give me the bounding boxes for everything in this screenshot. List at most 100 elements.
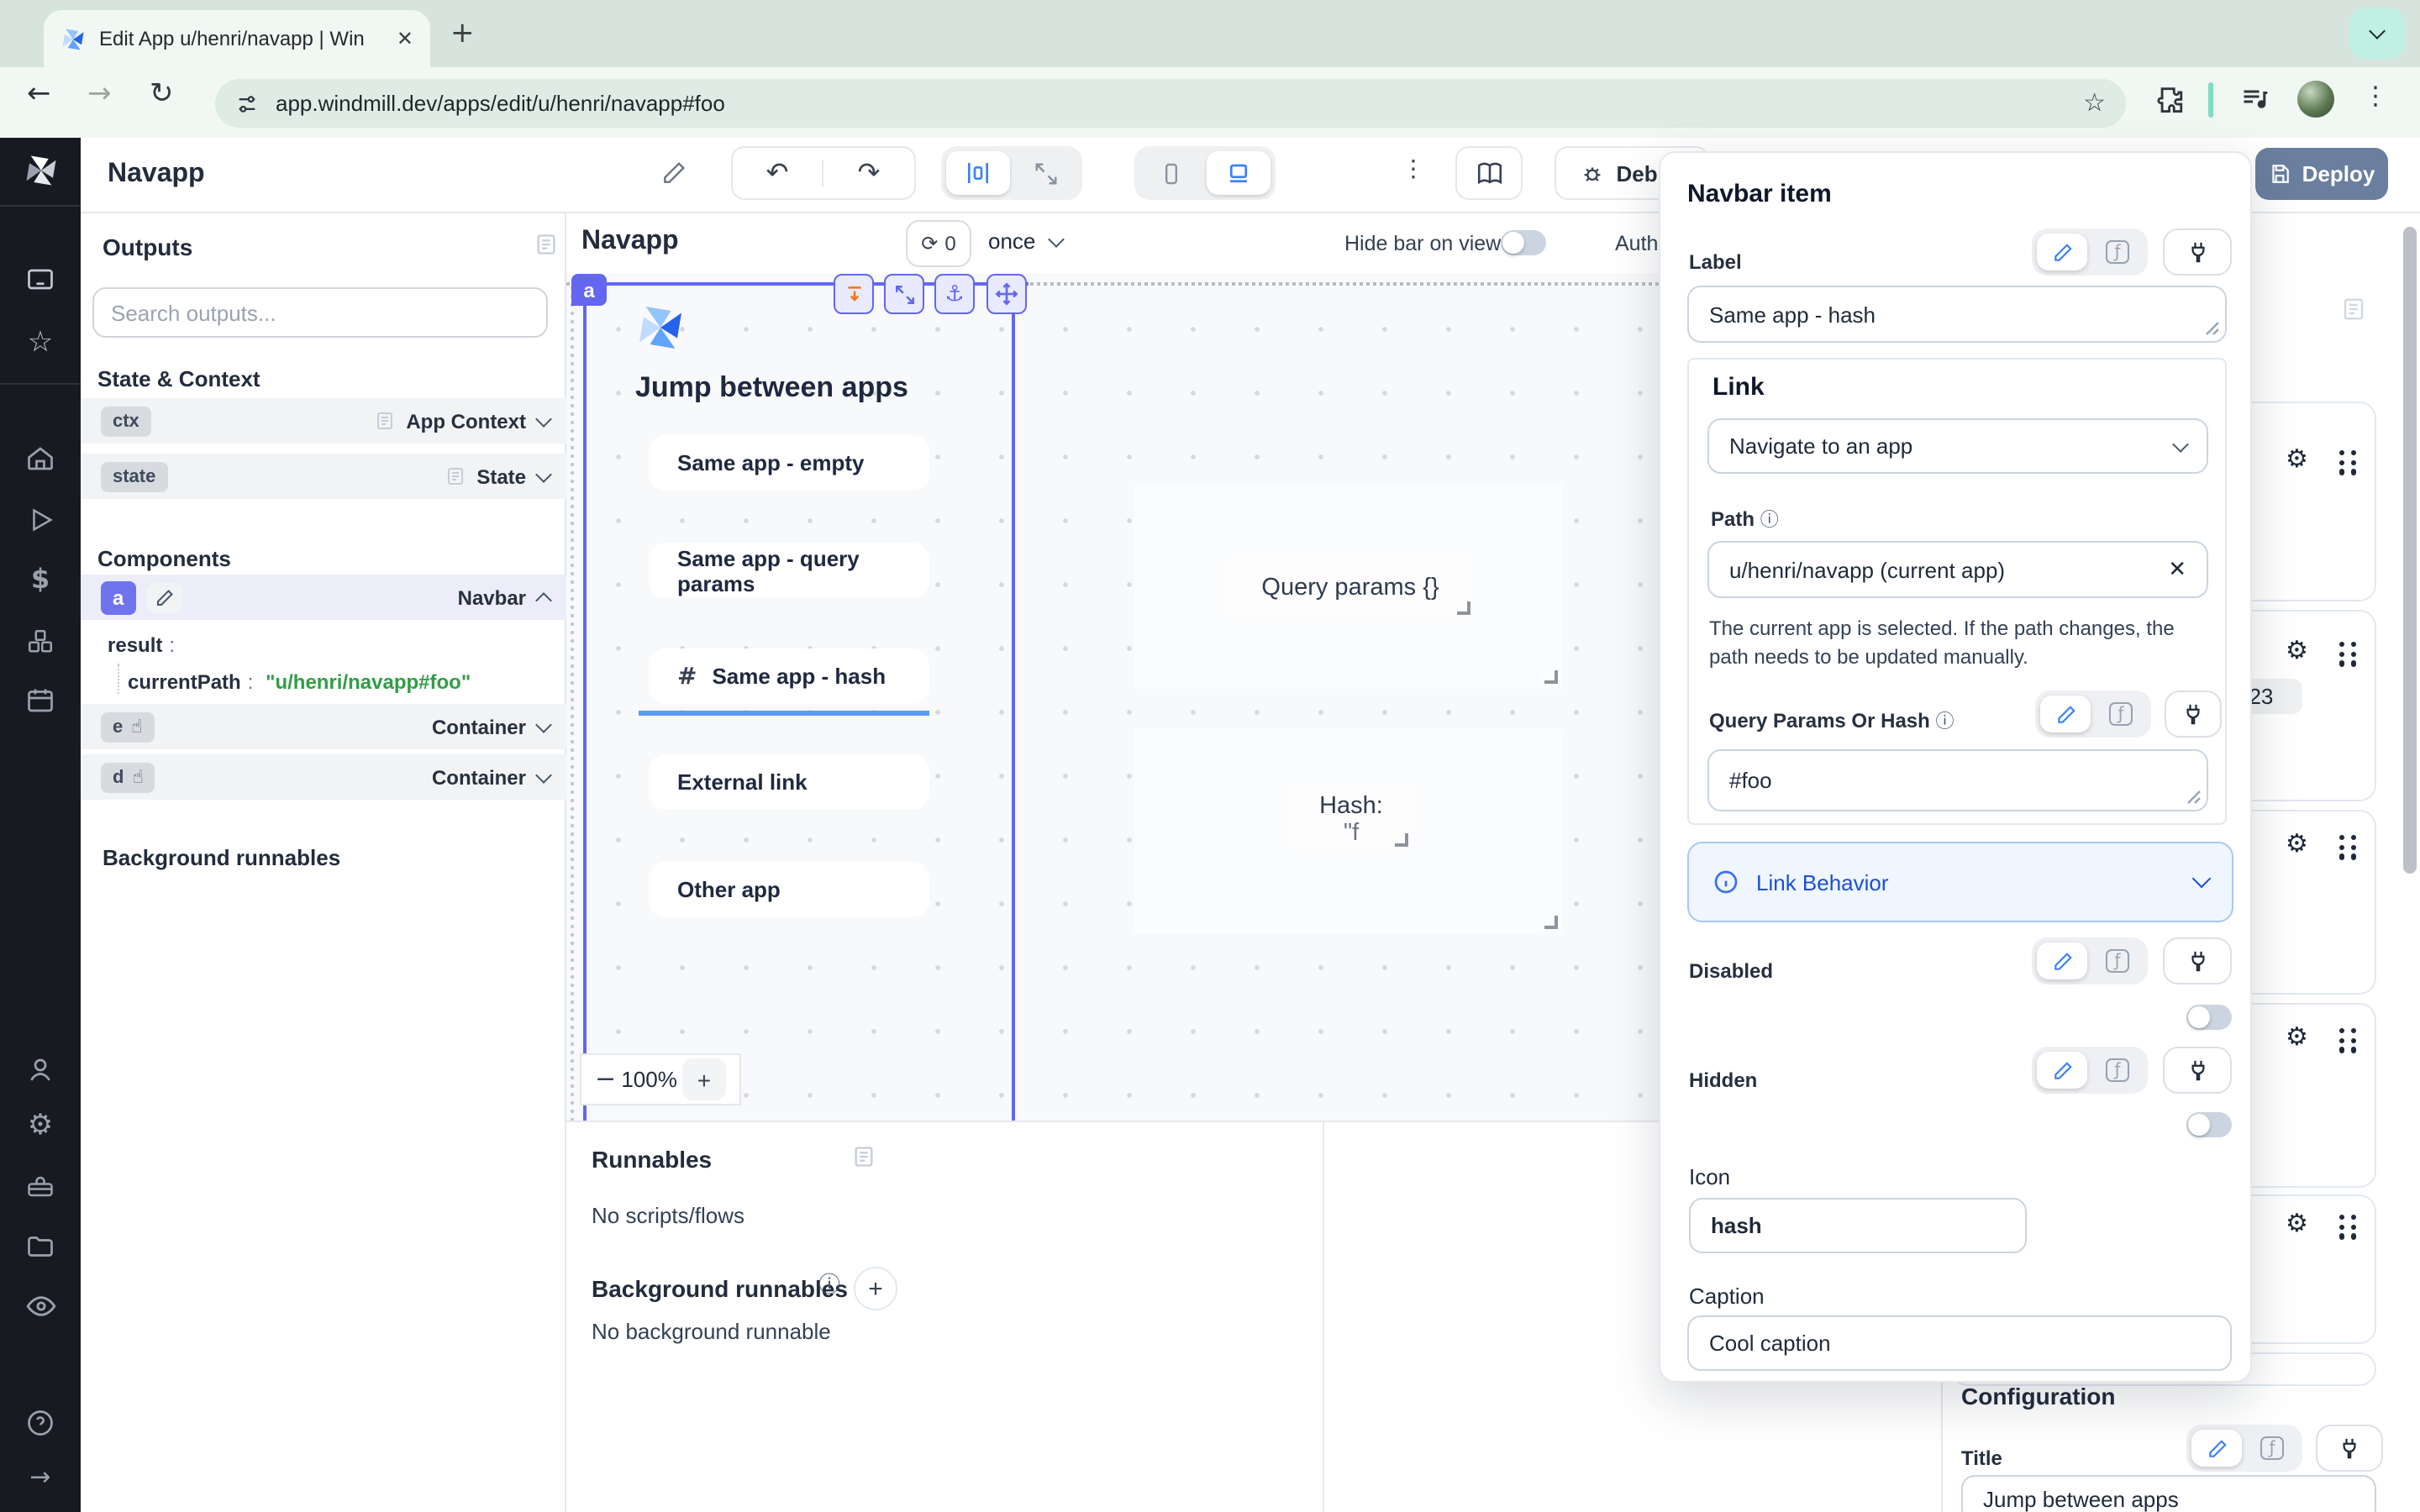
disabled-toggle[interactable] bbox=[2186, 1005, 2232, 1030]
nav-item-external-link[interactable]: External link bbox=[649, 754, 929, 810]
sidebar-item-resources[interactable] bbox=[0, 627, 81, 657]
sidebar-item-audit-eye[interactable] bbox=[0, 1290, 81, 1322]
static-pencil-button[interactable] bbox=[2037, 942, 2087, 979]
media-playlist-icon[interactable] bbox=[2240, 84, 2270, 114]
refresh-button[interactable]: ⟳ 0 bbox=[906, 220, 971, 267]
fullscreen-chip[interactable] bbox=[884, 274, 924, 314]
run-mode-select[interactable]: once bbox=[988, 228, 1062, 254]
gear-icon[interactable]: ⚙ bbox=[2286, 1211, 2308, 1236]
fx-button[interactable]: ƒ bbox=[2092, 234, 2143, 270]
gear-icon[interactable]: ⚙ bbox=[2286, 638, 2308, 664]
component-row-container-d[interactable]: d ☝ Container bbox=[81, 754, 566, 800]
sidebar-item-settings-gear[interactable]: ⚙ bbox=[0, 1112, 81, 1141]
link-behavior-banner[interactable]: Link Behavior bbox=[1687, 842, 2233, 922]
chevron-down-icon[interactable] bbox=[535, 410, 552, 427]
connect-plug-button[interactable] bbox=[2163, 1047, 2232, 1094]
static-pencil-button[interactable] bbox=[2040, 696, 2091, 732]
sidebar-item-runs[interactable] bbox=[0, 506, 81, 534]
move-chip[interactable] bbox=[986, 274, 1027, 314]
resize-handle[interactable] bbox=[1395, 833, 1408, 847]
chevron-down-icon[interactable] bbox=[535, 716, 552, 732]
nav-item-same-app-empty[interactable]: Same app - empty bbox=[649, 435, 929, 491]
output-row-ctx[interactable]: ctx App Context bbox=[81, 398, 566, 444]
static-pencil-button[interactable] bbox=[2037, 234, 2087, 270]
link-type-select[interactable]: Navigate to an app bbox=[1707, 418, 2208, 474]
resize-handle[interactable] bbox=[1457, 601, 1470, 615]
sidebar-item-user[interactable] bbox=[0, 1055, 81, 1085]
undo-button[interactable]: ↶ bbox=[733, 160, 823, 186]
deploy-button[interactable]: Deploy bbox=[2255, 148, 2388, 200]
add-background-runnable-button[interactable]: + bbox=[854, 1267, 897, 1310]
panel-doc-icon[interactable] bbox=[534, 232, 558, 257]
tab-strip-chevron-button[interactable] bbox=[2349, 8, 2405, 59]
component-row-container-e[interactable]: e ☝ Container bbox=[81, 704, 566, 749]
sidebar-item-home[interactable] bbox=[0, 444, 81, 474]
extensions-icon[interactable] bbox=[2156, 84, 2185, 113]
sidebar-item-variables[interactable]: $ bbox=[0, 566, 81, 593]
path-input[interactable]: u/henri/navapp (current app) ✕ bbox=[1707, 541, 2208, 598]
hidden-toggle[interactable] bbox=[2186, 1112, 2232, 1137]
title-input[interactable]: Jump between apps bbox=[1961, 1475, 2376, 1512]
query-params-text-component[interactable]: Query params {} bbox=[1227, 556, 1474, 618]
fx-button[interactable]: ƒ bbox=[2096, 696, 2146, 732]
caption-input[interactable]: Cool caption bbox=[1687, 1315, 2232, 1371]
component-id-badge[interactable]: a bbox=[571, 274, 607, 306]
nav-item-same-app-hash[interactable]: # Same app - hash bbox=[649, 648, 929, 704]
gear-icon[interactable]: ⚙ bbox=[2286, 447, 2308, 472]
sidebar-expand-icon[interactable]: → bbox=[0, 1465, 81, 1490]
rail-scrollbar-thumb[interactable] bbox=[2403, 227, 2417, 874]
zoom-out-button[interactable]: − bbox=[595, 1067, 616, 1092]
fx-button[interactable]: ƒ bbox=[2247, 1430, 2297, 1467]
topbar-menu-icon[interactable]: ⋮ bbox=[1402, 158, 1425, 181]
anchor-chip[interactable]: ⚓ bbox=[934, 274, 975, 314]
sidebar-item-workers[interactable] bbox=[0, 1173, 81, 1203]
sidebar-item-favorites[interactable]: ☆ bbox=[0, 329, 81, 358]
fx-button[interactable]: ƒ bbox=[2092, 1052, 2143, 1089]
component-row-navbar[interactable]: a Navbar bbox=[81, 575, 566, 620]
hash-container[interactable]: Hash: "f bbox=[1134, 729, 1563, 934]
connect-plug-button[interactable] bbox=[2316, 1425, 2383, 1472]
nav-item-query-params[interactable]: Same app - query params bbox=[649, 543, 929, 598]
expand-down-chip[interactable] bbox=[834, 274, 874, 314]
windmill-logo[interactable] bbox=[0, 153, 81, 188]
sidebar-item-folders[interactable] bbox=[0, 1231, 81, 1262]
label-textarea[interactable]: Same app - hash bbox=[1687, 286, 2227, 343]
result-key-row[interactable]: result: bbox=[108, 633, 182, 657]
centered-layout-button[interactable] bbox=[946, 151, 1010, 195]
connect-plug-button[interactable] bbox=[2163, 228, 2232, 276]
drag-grip-icon[interactable] bbox=[2339, 1028, 2357, 1053]
edit-title-pencil-icon[interactable] bbox=[660, 160, 687, 186]
chevron-up-icon[interactable] bbox=[535, 591, 552, 608]
redo-button[interactable]: ↷ bbox=[823, 160, 914, 186]
desktop-preview-button[interactable] bbox=[1207, 151, 1270, 195]
fullwidth-layout-button[interactable] bbox=[1013, 151, 1077, 195]
site-info-icon[interactable] bbox=[235, 92, 259, 115]
hide-bar-toggle[interactable] bbox=[1501, 230, 1546, 255]
mobile-preview-button[interactable] bbox=[1139, 151, 1203, 195]
search-outputs-input[interactable] bbox=[92, 287, 548, 338]
fx-button[interactable]: ƒ bbox=[2092, 942, 2143, 979]
static-pencil-button[interactable] bbox=[2037, 1052, 2087, 1089]
tab-close-icon[interactable]: ✕ bbox=[397, 29, 413, 49]
gear-icon[interactable]: ⚙ bbox=[2286, 1025, 2308, 1050]
drag-grip-icon[interactable] bbox=[2339, 835, 2357, 859]
resize-handle[interactable] bbox=[1544, 916, 1558, 929]
chevron-down-icon[interactable] bbox=[535, 766, 552, 783]
output-row-state[interactable]: state State bbox=[81, 454, 566, 499]
new-tab-icon[interactable]: + bbox=[450, 20, 475, 49]
static-pencil-button[interactable] bbox=[2191, 1430, 2242, 1467]
docs-book-button[interactable] bbox=[1455, 146, 1523, 200]
sidebar-item-apps[interactable] bbox=[0, 265, 81, 296]
forward-icon[interactable]: → bbox=[87, 81, 112, 109]
sidebar-item-help[interactable] bbox=[0, 1408, 81, 1438]
gear-icon[interactable]: ⚙ bbox=[2286, 832, 2308, 857]
connect-plug-button[interactable] bbox=[2165, 690, 2222, 738]
address-bar[interactable]: app.windmill.dev/apps/edit/u/henri/navap… bbox=[215, 79, 2126, 128]
panel-doc-icon[interactable] bbox=[2341, 296, 2366, 323]
drag-grip-icon[interactable] bbox=[2339, 1215, 2357, 1239]
drag-grip-icon[interactable] bbox=[2339, 450, 2357, 475]
back-icon[interactable]: ← bbox=[27, 81, 51, 109]
bookmark-star-icon[interactable]: ☆ bbox=[2083, 91, 2106, 116]
drag-grip-icon[interactable] bbox=[2339, 642, 2357, 666]
browser-menu-icon[interactable]: ⋮ bbox=[2363, 84, 2388, 109]
